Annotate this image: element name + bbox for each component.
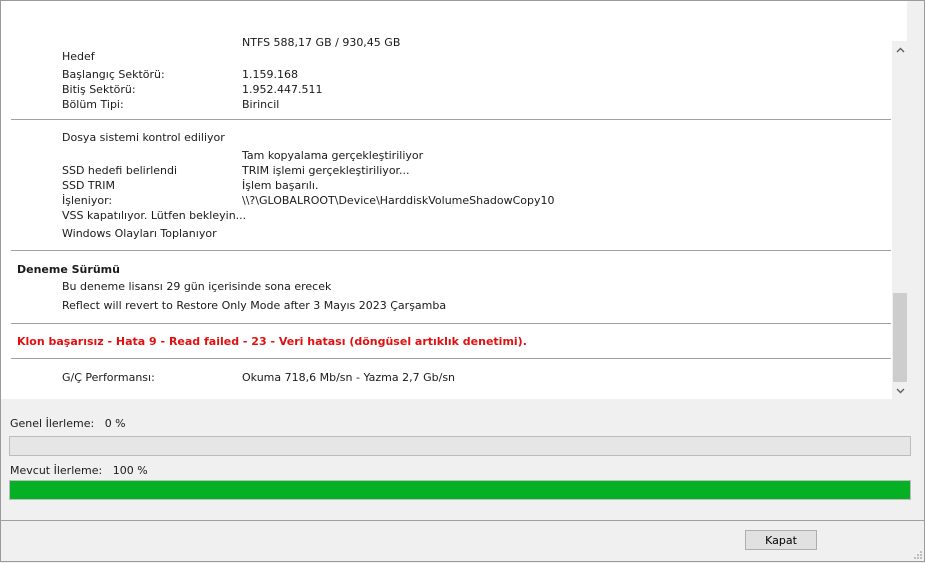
log-divider [11, 323, 891, 324]
chevron-up-icon[interactable] [892, 41, 907, 58]
current-progress-fill [10, 481, 910, 499]
trial-line-2: Reflect will revert to Restore Only Mode… [62, 299, 447, 312]
current-progress-bar [9, 480, 911, 500]
start-sector-value: 1.159.168 [242, 68, 298, 81]
ssd-target-value: TRIM işlemi gerçekleştiriliyor... [242, 164, 410, 177]
log-divider [11, 250, 891, 251]
overall-progress-caption: Genel İlerleme: [10, 417, 95, 430]
processing-value: \\?\GLOBALROOT\Device\HarddiskVolumeShad… [242, 194, 555, 207]
current-progress-label: Mevcut İlerleme: 100 % [10, 464, 148, 477]
full-copy-text: Tam kopyalama gerçekleştiriliyor [242, 149, 424, 162]
footer-divider [1, 520, 924, 521]
target-heading: Hedef [62, 50, 95, 63]
overall-progress-percent: 0 % [104, 417, 126, 430]
collecting-events-text: Windows Olayları Toplanıyor [62, 227, 217, 240]
current-progress-caption: Mevcut İlerleme: [10, 464, 103, 477]
current-progress-percent: 100 % [112, 464, 148, 477]
io-performance-label: G/Ç Performansı: [62, 371, 155, 384]
resize-grip-icon[interactable] [913, 550, 923, 560]
start-sector-label: Başlangıç Sektörü: [62, 68, 165, 81]
ssd-trim-label: SSD TRIM [62, 179, 116, 192]
trial-line-1: Bu deneme lisansı 29 gün içerisinde sona… [62, 280, 332, 293]
log-scrollbar[interactable] [892, 41, 907, 399]
log-cut-line: NTFS 588,17 GB / 930,45 GB [242, 36, 401, 49]
end-sector-label: Bitiş Sektörü: [62, 83, 136, 96]
chevron-down-icon[interactable] [892, 382, 907, 399]
ssd-trim-value: İşlem başarılı. [242, 179, 319, 192]
close-button[interactable]: Kapat [745, 530, 817, 550]
processing-label: İşleniyor: [62, 194, 113, 207]
fs-check-text: Dosya sistemi kontrol ediliyor [62, 131, 225, 144]
trial-heading: Deneme Sürümü [17, 263, 120, 276]
partition-type-label: Bölüm Tipi: [62, 98, 124, 111]
log-content: NTFS 588,17 GB / 930,45 GB Hedef Başlang… [1, 1, 892, 399]
vss-closing-text: VSS kapatılıyor. Lütfen bekleyin... [62, 209, 247, 222]
clone-error-message: Klon başarısız - Hata 9 - Read failed - … [17, 335, 527, 348]
log-panel[interactable]: NTFS 588,17 GB / 930,45 GB Hedef Başlang… [1, 1, 907, 399]
ssd-target-label: SSD hedefi belirlendi [62, 164, 178, 177]
partition-type-value: Birincil [242, 98, 280, 111]
scrollbar-thumb[interactable] [893, 293, 907, 382]
io-performance-value: Okuma 718,6 Mb/sn - Yazma 2,7 Gb/sn [242, 371, 456, 384]
overall-progress-label: Genel İlerleme: 0 % [10, 417, 126, 430]
log-divider [11, 119, 891, 120]
overall-progress-bar [9, 436, 911, 456]
end-sector-value: 1.952.447.511 [242, 83, 323, 96]
log-divider [11, 358, 891, 359]
